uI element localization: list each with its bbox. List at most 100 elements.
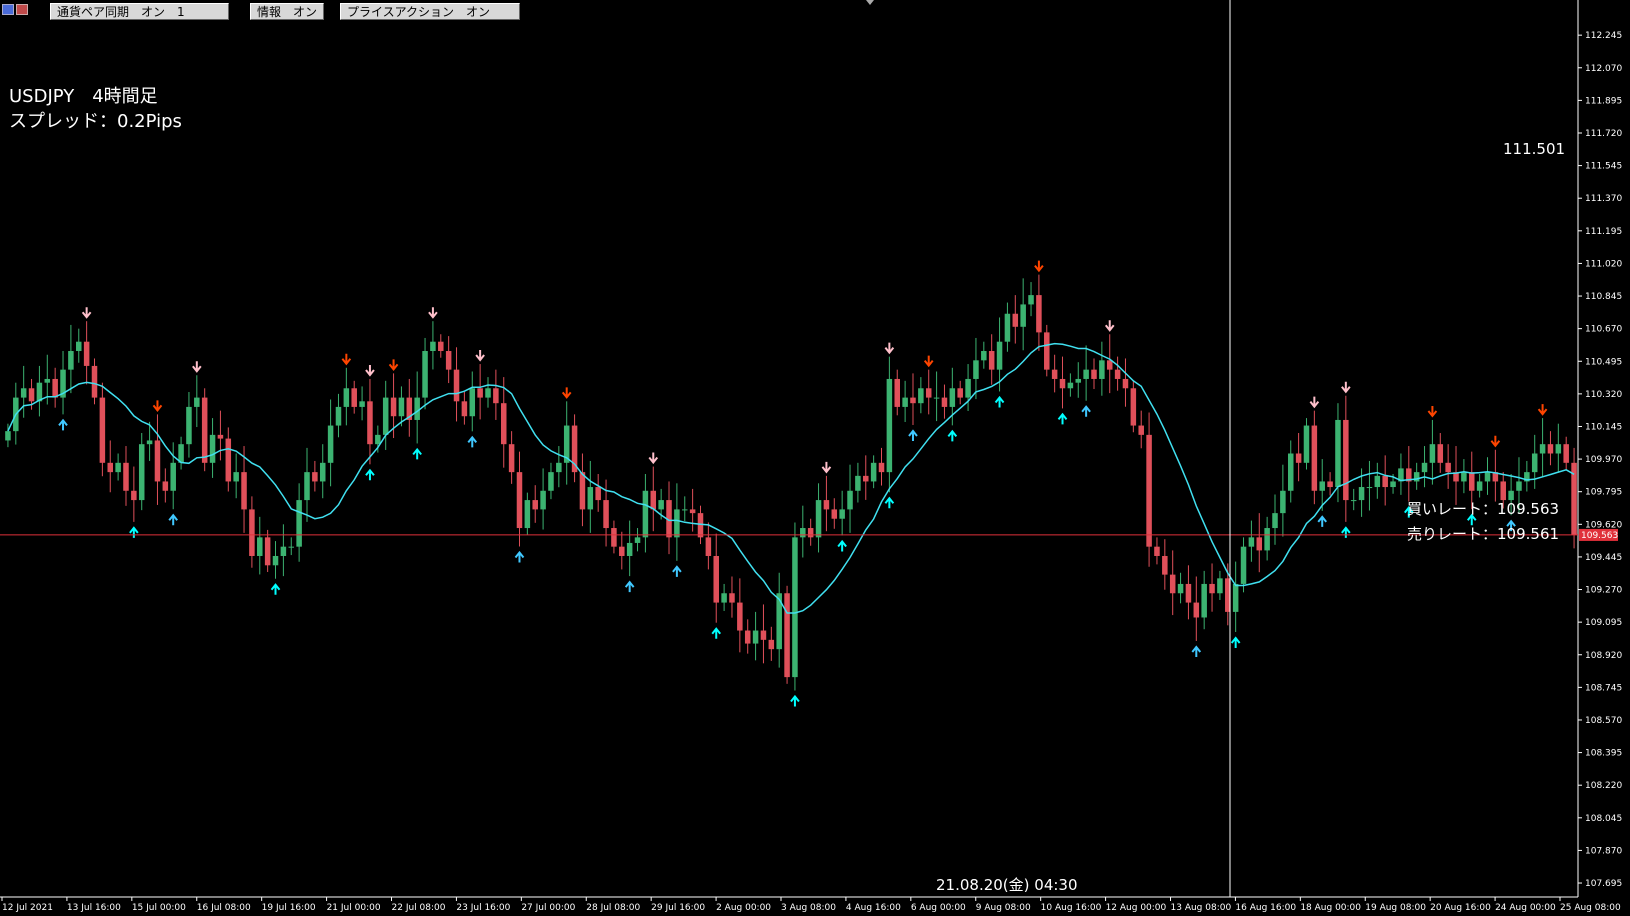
candle-body [1122, 378, 1129, 389]
candle-body [375, 434, 381, 445]
candle-body [170, 462, 176, 491]
candle-body [351, 388, 357, 407]
candle-body [556, 462, 562, 473]
candle-body [1484, 472, 1491, 482]
candle-body [1067, 382, 1074, 389]
candle-body [28, 388, 35, 402]
buy-arrow-icon [1081, 405, 1091, 417]
candles [5, 274, 1577, 691]
candle-body [988, 351, 995, 370]
candle-body [469, 388, 476, 417]
x-tick-label: 16 Aug 16:00 [1235, 903, 1296, 913]
candle-body [438, 341, 444, 352]
candle-body [99, 397, 106, 463]
x-tick-label: 21 Jul 00:00 [327, 903, 381, 913]
candle-body [1350, 500, 1357, 502]
candle-body [1051, 369, 1058, 379]
sell-arrow-icon [821, 461, 832, 474]
candle-body [343, 388, 350, 407]
candle-body [847, 490, 853, 510]
candle-body [792, 537, 798, 678]
candle-body [878, 462, 885, 473]
candle-body [1075, 378, 1082, 383]
buy-arrow-icon [129, 526, 139, 538]
candle-body [249, 509, 255, 556]
candle-body [1287, 453, 1294, 491]
candle-body [713, 555, 719, 603]
candle-body [398, 397, 405, 417]
candle-body [1044, 332, 1050, 370]
candle-body [1327, 481, 1333, 488]
y-tick-label: 107.870 [1585, 846, 1622, 856]
sell-arrow-icon [365, 364, 375, 377]
sell-arrow-icon [192, 361, 202, 373]
buy-arrow-icon [1317, 515, 1328, 527]
candle-body [642, 490, 649, 538]
buy-arrow-icon [994, 395, 1005, 408]
candle-body [697, 513, 704, 538]
y-tick-label: 107.695 [1585, 879, 1622, 889]
candle-body [461, 401, 468, 417]
candle-body [855, 475, 861, 491]
y-tick-label: 109.970 [1585, 455, 1622, 465]
buy-arrow-icon [270, 583, 281, 595]
buy-arrow-icon [1057, 412, 1068, 425]
candle-body [516, 472, 523, 529]
price-action-button[interactable]: プライスアクション オン [340, 3, 520, 20]
candle-body [1232, 583, 1239, 612]
candle-body [1547, 444, 1554, 454]
buy-arrow-icon [168, 513, 178, 526]
candle-body [524, 500, 531, 529]
sell-arrow-icon [561, 387, 572, 399]
candle-body [1185, 583, 1192, 603]
candle-body [288, 546, 295, 548]
candle-body [595, 487, 601, 501]
candle-body [752, 630, 759, 644]
price-chart[interactable]: 112.245 112.070 111.895 111.720 111.545 111.3… [0, 0, 1630, 916]
chart-window-icon-2[interactable] [16, 4, 28, 15]
candle-body [1177, 583, 1184, 594]
y-tick-label: 111.720 [1585, 129, 1622, 139]
symbol-timeframe-label: USDJPY 4時間足 [9, 86, 158, 107]
candle-body [1154, 546, 1160, 556]
candle-body [382, 397, 389, 435]
pair-sync-button[interactable]: 通貨ペア同期 オン 1 [50, 3, 229, 20]
x-tick-label: 15 Jul 00:00 [132, 903, 186, 913]
candle-body [52, 378, 58, 398]
candle-body [91, 365, 98, 398]
candle-body [138, 444, 145, 501]
x-tick-label: 28 Jul 08:00 [586, 903, 640, 913]
candle-body [863, 475, 869, 482]
candle-body [532, 500, 538, 510]
candle-body [477, 388, 483, 398]
chart-window-icon[interactable] [2, 4, 14, 15]
candle-body [1004, 313, 1011, 342]
candle-body [359, 401, 365, 407]
candle-body [1083, 369, 1089, 379]
candle-body [146, 440, 153, 445]
candle-body [1335, 419, 1341, 488]
y-tick-label: 108.920 [1585, 651, 1622, 661]
buy-arrow-icon [908, 429, 918, 441]
sell-arrow-icon [884, 342, 895, 355]
candle-body [1059, 378, 1066, 389]
candle-body [335, 406, 342, 426]
buy-arrow-icon [412, 447, 422, 460]
candle-body [1445, 462, 1451, 473]
candle-body [1240, 546, 1247, 584]
candle-body [634, 537, 641, 543]
candle-body [1374, 475, 1381, 488]
x-tick-label: 20 Aug 16:00 [1430, 903, 1491, 913]
candle-body [131, 490, 137, 501]
candle-body [1421, 462, 1428, 473]
candle-body [744, 630, 751, 644]
candle-body [44, 378, 51, 383]
info-toggle-button[interactable]: 情報 オン [250, 3, 324, 20]
x-tick-label: 24 Aug 00:00 [1495, 903, 1556, 913]
candle-body [508, 444, 515, 473]
sell-arrow-icon [81, 307, 92, 319]
candle-body [910, 397, 916, 404]
candle-body [500, 403, 507, 445]
candle-body [493, 388, 499, 404]
candle-body [1295, 453, 1302, 463]
